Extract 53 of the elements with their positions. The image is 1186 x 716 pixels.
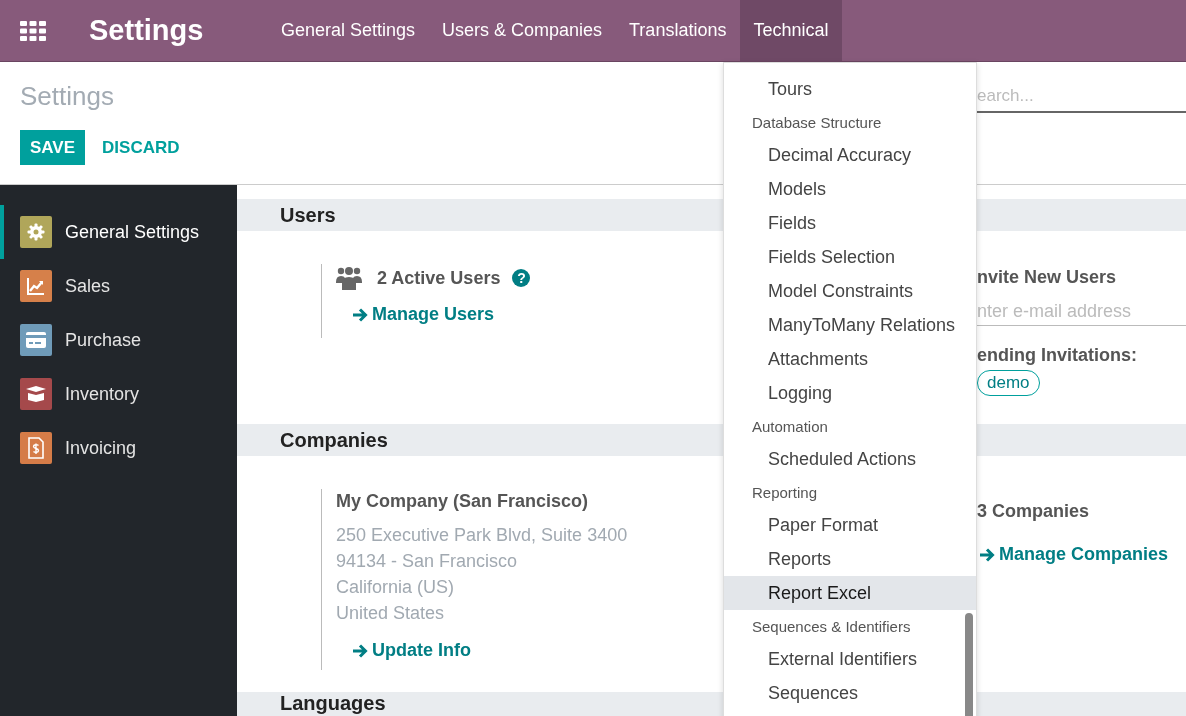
sidebar-item[interactable]: Invoicing (0, 421, 237, 475)
companies-count: 3 Companies (977, 501, 1091, 522)
section-title: Users (280, 203, 336, 227)
arrow-icon (352, 306, 368, 323)
invite-title: nvite New Users (977, 266, 1118, 288)
menu-item[interactable]: Logging (724, 376, 976, 410)
menu-item[interactable]: Models (724, 172, 976, 206)
nav-menu[interactable]: Users & Companies (428, 0, 616, 61)
menu-item[interactable]: Report Excel (724, 576, 976, 610)
address-line: 94134 - San Francisco (336, 550, 519, 573)
menu-item[interactable]: Fields (724, 206, 976, 240)
menu-item[interactable]: External Identifiers (724, 642, 976, 676)
page-title: Settings (20, 81, 114, 111)
menu-item[interactable]: Fields Selection (724, 240, 976, 274)
menu-group-header: Automation (751, 416, 829, 437)
nav-menu[interactable]: General Settings (267, 0, 429, 61)
nav-menu[interactable]: Translations (615, 0, 740, 61)
menu-item[interactable]: Paper Format (724, 508, 976, 542)
address-line: United States (336, 602, 446, 625)
sidebar-item[interactable]: Inventory (0, 367, 237, 421)
manage-users-link[interactable]: Manage Users (352, 304, 495, 325)
company-name: My Company (San Francisco) (336, 491, 590, 512)
nav-menu[interactable]: Technical (739, 0, 842, 61)
menu-item[interactable]: ManyToMany Relations (724, 308, 976, 342)
sidebar-item[interactable]: Sales (0, 259, 237, 313)
section-title: Languages (280, 692, 386, 713)
active-users-count: 2 Active Users (377, 267, 501, 289)
address-line: 250 Executive Park Blvd, Suite 3400 (336, 524, 629, 547)
pending-label: ending Invitations: (977, 345, 1138, 366)
menu-item[interactable]: Scheduled Actions (724, 442, 976, 476)
section-title: Companies (280, 428, 388, 452)
address-line: California (US) (336, 576, 456, 599)
menu-item[interactable]: Model Constraints (724, 274, 976, 308)
sidebar-item[interactable]: General Settings (0, 205, 237, 259)
users-icon (336, 266, 362, 290)
apps-menu-icon[interactable] (20, 20, 46, 41)
email-field[interactable]: nter e-mail address (977, 298, 1186, 326)
menu-group-header: Database Structure (751, 112, 883, 133)
help-icon[interactable]: ? (512, 269, 531, 287)
update-info-link[interactable]: Update Info (352, 640, 471, 661)
manage-companies-link[interactable]: Manage Companies (979, 544, 1169, 565)
menu-item[interactable]: Attachments (724, 342, 976, 376)
menu-item[interactable]: Decimal Accuracy (724, 138, 976, 172)
menu-item[interactable]: Tours (724, 72, 976, 106)
app-title: Settings (89, 14, 204, 47)
menu-group-header: Sequences & Identifiers (751, 616, 912, 637)
arrow-icon (352, 642, 368, 659)
arrow-icon (979, 546, 995, 563)
menu-group-header: Reporting (751, 482, 819, 503)
menu-item[interactable]: Reports (724, 542, 976, 576)
sidebar-item[interactable]: Purchase (0, 313, 237, 367)
menu-item[interactable]: Sequences (724, 676, 976, 710)
scrollbar[interactable] (965, 613, 973, 716)
